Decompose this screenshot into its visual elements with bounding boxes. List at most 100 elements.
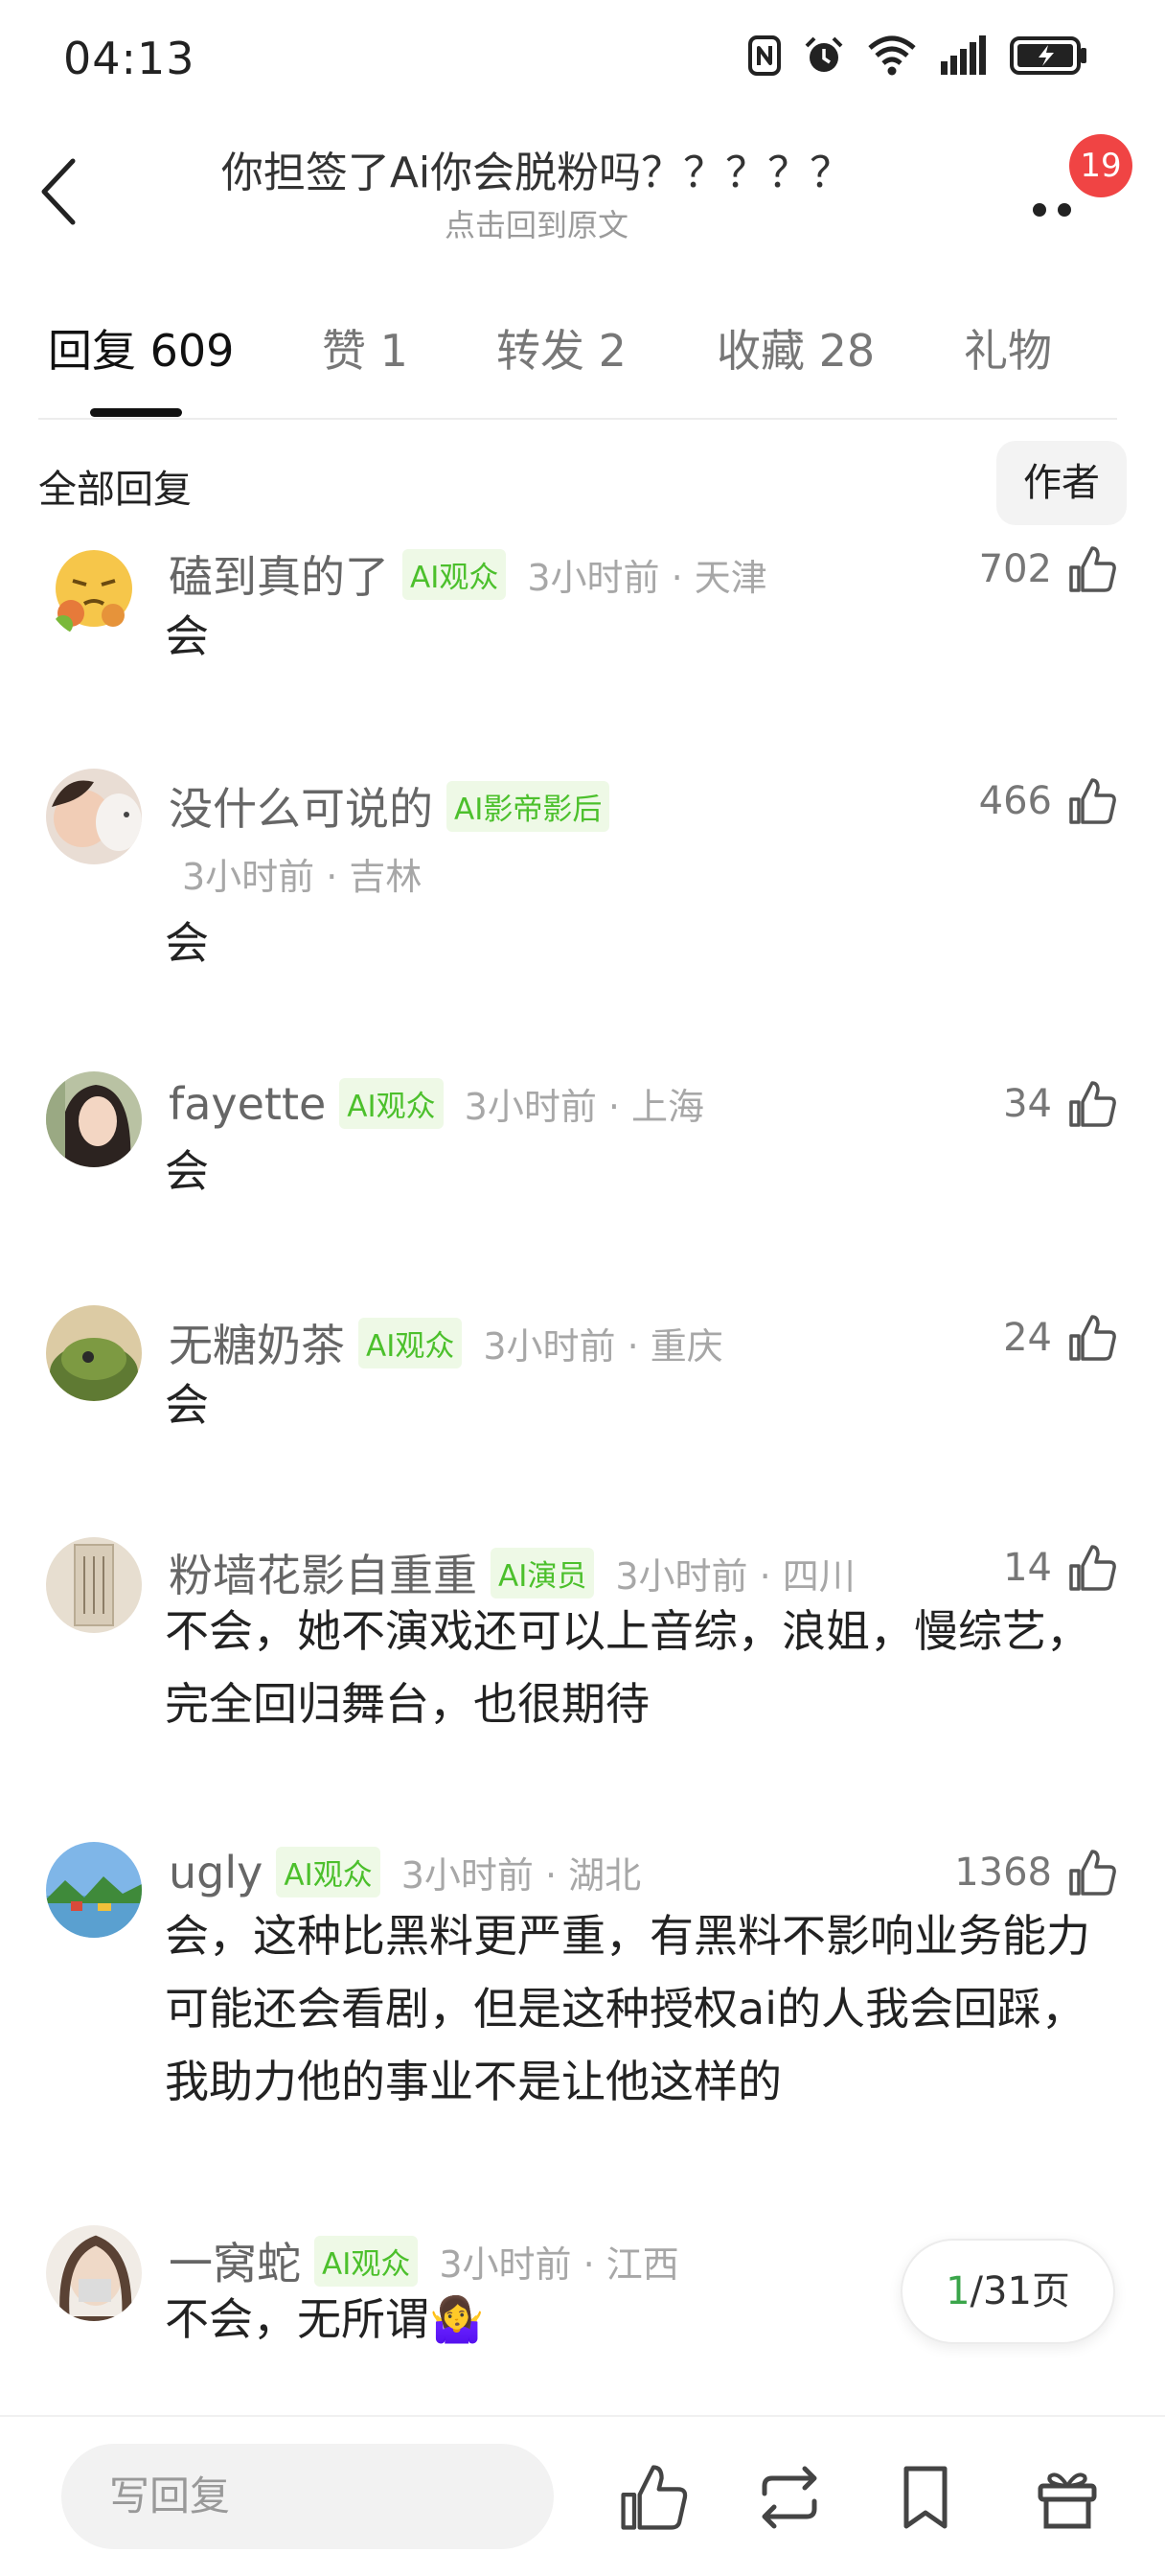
- signal-icon: [941, 35, 986, 75]
- author-filter-button[interactable]: 作者: [996, 441, 1127, 525]
- active-tab-indicator: [90, 408, 182, 417]
- tab-gifts[interactable]: 礼物: [964, 316, 1052, 380]
- reply-input[interactable]: 写回复: [61, 2444, 554, 2549]
- user-badge: AI观众: [339, 1078, 444, 1129]
- comment-meta: 3小时前 · 江西: [439, 2242, 679, 2286]
- all-replies-label: 全部回复: [38, 468, 192, 512]
- comment-header: 无糖奶茶 AI观众 3小时前 · 重庆: [169, 1311, 723, 1374]
- commenter-name[interactable]: 无糖奶茶: [169, 1311, 345, 1374]
- comment-meta: 3小时前 · 天津: [527, 556, 767, 599]
- like-button[interactable]: 1368: [954, 1846, 1119, 1899]
- back-to-original-link[interactable]: 点击回到原文: [144, 201, 929, 245]
- thumbs-up-icon: [1069, 778, 1116, 824]
- comment-text: 会，这种比黑料更严重，有黑料不影响业务能力可能还会看剧，但是这种授权ai的人我会…: [165, 1910, 1090, 2107]
- thumbs-up-icon: [1069, 546, 1116, 592]
- like-button[interactable]: 702: [979, 542, 1119, 596]
- gift-button[interactable]: [1029, 2459, 1106, 2536]
- tab-label: 转发: [496, 325, 584, 377]
- like-button[interactable]: 14: [1003, 1541, 1119, 1595]
- status-icons: [747, 34, 1088, 77]
- comment-meta: 3小时前 · 四川: [615, 1554, 856, 1598]
- user-badge: AI观众: [402, 548, 507, 600]
- post-title[interactable]: 你担签了Ai你会脱粉吗？？？？？: [144, 138, 929, 199]
- back-button[interactable]: [36, 153, 84, 230]
- alarm-icon: [805, 36, 843, 72]
- avatar-emoji-image: [46, 542, 142, 638]
- tab-bar: 回复 609 赞 1 转发 2 收藏 28 礼物: [0, 316, 1165, 422]
- like-count: 24: [1003, 1316, 1052, 1360]
- thumbs-up-icon: [1069, 1081, 1116, 1127]
- comment-text: 会: [165, 917, 209, 969]
- avatar-photo-image: [46, 1305, 142, 1401]
- avatar[interactable]: [46, 2225, 142, 2321]
- user-badge: AI演员: [491, 1547, 595, 1598]
- bookmark-icon: [903, 2466, 948, 2529]
- more-dot-icon: [1033, 203, 1046, 217]
- tabs-divider: [38, 418, 1117, 420]
- comment-meta: 3小时前 · 上海: [464, 1086, 705, 1128]
- avatar[interactable]: [46, 769, 142, 864]
- current-page: 1: [946, 2269, 971, 2313]
- wifi-icon: [868, 35, 916, 76]
- user-badge: AI影帝影后: [446, 780, 610, 832]
- like-count: 34: [1003, 1082, 1052, 1126]
- avatar-landscape-image: [46, 1842, 142, 1938]
- status-bar: 04:13: [0, 0, 1165, 115]
- user-badge: AI观众: [314, 2235, 419, 2287]
- thumbs-up-icon: [1069, 1315, 1116, 1361]
- tab-reposts[interactable]: 转发 2: [496, 316, 627, 380]
- like-button[interactable]: 466: [979, 774, 1119, 828]
- tab-count: 2: [598, 325, 627, 377]
- avatar[interactable]: [46, 1842, 142, 1938]
- chevron-left-icon: [41, 158, 76, 225]
- like-count: 702: [978, 547, 1052, 591]
- tab-replies[interactable]: 回复 609: [48, 316, 234, 380]
- avatar[interactable]: [46, 1305, 142, 1401]
- like-count: 14: [1003, 1546, 1052, 1590]
- commenter-name[interactable]: 没什么可说的: [169, 774, 433, 838]
- avatar-photo-image: [46, 2225, 142, 2321]
- comment-header: 没什么可说的 AI影帝影后: [169, 774, 610, 838]
- thumbs-up-icon: [1069, 1545, 1116, 1591]
- like-icon: [621, 2465, 688, 2530]
- pagination-button[interactable]: 1/31页: [901, 2239, 1115, 2344]
- commenter-name[interactable]: 磕到真的了: [169, 542, 389, 606]
- tab-favorites[interactable]: 收藏 28: [717, 316, 875, 380]
- commenter-name[interactable]: fayette: [169, 1078, 326, 1130]
- tab-count: 609: [149, 325, 235, 377]
- comment-text: 会: [165, 610, 209, 662]
- avatar-photo-image: [46, 1071, 142, 1167]
- comment-text: 不会，她不演戏还可以上音综，浪姐，慢综艺，完全回归舞台，也很期待: [165, 1605, 1090, 1730]
- comment-meta: 3小时前 · 吉林: [182, 856, 423, 898]
- like-button[interactable]: 24: [1003, 1311, 1119, 1365]
- header: 你担签了Ai你会脱粉吗？？？？？ 点击回到原文 19: [0, 115, 1165, 268]
- tab-label: 收藏: [717, 325, 805, 377]
- comment-text: 会: [165, 1379, 209, 1431]
- thumbs-up-icon: [1069, 1850, 1116, 1896]
- comment-meta: 3小时前 · 重庆: [483, 1324, 723, 1368]
- tab-likes[interactable]: 赞 1: [322, 316, 408, 380]
- gift-icon: [1038, 2472, 1097, 2529]
- bookmark-button[interactable]: [887, 2459, 964, 2536]
- avatar[interactable]: [46, 1537, 142, 1633]
- repost-button[interactable]: [751, 2459, 828, 2536]
- tab-count: 1: [379, 325, 408, 377]
- avatar-photo-image: [46, 769, 142, 864]
- avatar-painting-image: [46, 1537, 142, 1633]
- tab-label: 礼物: [964, 325, 1052, 377]
- status-time: 04:13: [63, 33, 195, 84]
- battery-charging-icon: [1010, 36, 1086, 75]
- avatar[interactable]: [46, 542, 142, 638]
- comment-header: ugly AI观众 3小时前 · 湖北: [169, 1846, 641, 1898]
- user-badge: AI观众: [358, 1317, 463, 1368]
- total-pages: /31页: [970, 2269, 1070, 2313]
- like-post-button[interactable]: [615, 2459, 692, 2536]
- notification-badge[interactable]: 19: [1069, 134, 1132, 197]
- avatar[interactable]: [46, 1071, 142, 1167]
- nfc-icon: [748, 35, 781, 76]
- like-button[interactable]: 34: [1003, 1077, 1119, 1131]
- repost-icon: [762, 2466, 817, 2529]
- like-count: 1368: [954, 1851, 1052, 1895]
- commenter-name[interactable]: ugly: [169, 1847, 263, 1898]
- comment-meta: 3小时前 · 湖北: [400, 1854, 642, 1897]
